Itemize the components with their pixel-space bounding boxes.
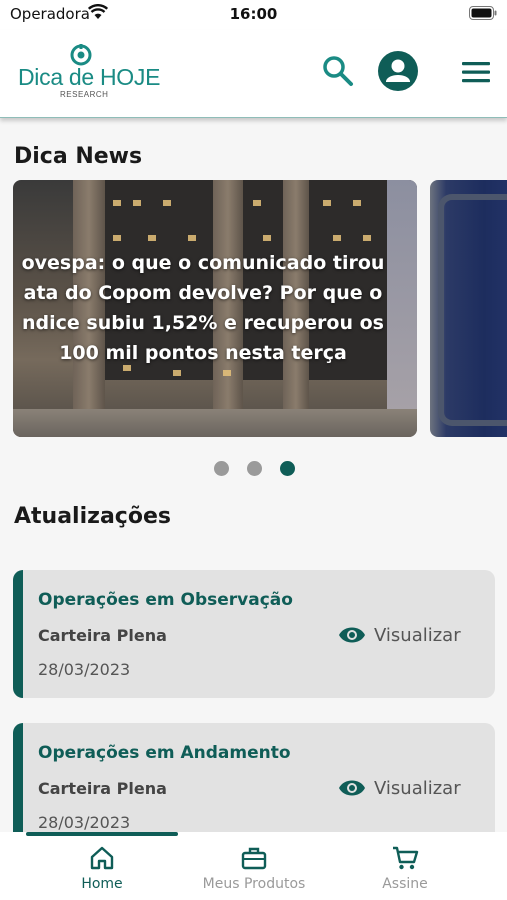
- logo-text: Dica de HOJE: [18, 64, 161, 90]
- view-button[interactable]: Visualizar: [338, 774, 461, 802]
- app-header: Dica de HOJE RESEARCH: [0, 30, 507, 118]
- brand-logo[interactable]: Dica de HOJE RESEARCH: [18, 42, 160, 102]
- carousel-dots[interactable]: [0, 461, 507, 477]
- card-date: 28/03/2023: [38, 813, 131, 832]
- bottom-tab-bar: Home Meus Produtos Assine: [0, 832, 507, 900]
- news-headline: ovespa: o que o comunicado tirou ata do …: [21, 252, 385, 364]
- menu-icon[interactable]: [460, 58, 492, 86]
- update-card[interactable]: Operações em Observação Carteira Plena 2…: [13, 570, 495, 698]
- eye-icon: [339, 627, 365, 643]
- tab-home-label: Home: [81, 876, 123, 892]
- view-label: Visualizar: [374, 777, 461, 799]
- tab-meus-produtos[interactable]: Meus Produtos: [174, 844, 334, 896]
- briefcase-icon: [241, 847, 267, 870]
- view-button[interactable]: Visualizar: [338, 621, 461, 649]
- news-section-title: Dica News: [14, 144, 143, 169]
- news-slide[interactable]: ovespa: o que o comunicado tirou ata do …: [13, 180, 417, 437]
- news-carousel[interactable]: ovespa: o que o comunicado tirou ata do …: [0, 180, 507, 438]
- profile-button[interactable]: [378, 51, 418, 91]
- cart-icon: [393, 846, 419, 870]
- tab-assine-label: Assine: [382, 876, 428, 892]
- slide-next-image: [438, 194, 507, 426]
- profile-icon: [386, 59, 410, 82]
- home-icon: [90, 846, 114, 870]
- view-label: Visualizar: [374, 624, 461, 646]
- battery-icon: [469, 6, 497, 20]
- logo-subtext: RESEARCH: [60, 90, 109, 99]
- card-subtitle: Carteira Plena: [38, 626, 167, 645]
- updates-section-title: Atualizações: [14, 504, 171, 529]
- tab-meus-produtos-label: Meus Produtos: [202, 876, 306, 892]
- plaza: [13, 409, 417, 437]
- carousel-dot-active[interactable]: [280, 461, 295, 476]
- carousel-dot[interactable]: [214, 461, 229, 476]
- card-title: Operações em Observação: [38, 590, 293, 610]
- card-date: 28/03/2023: [38, 660, 131, 679]
- eye-icon: [339, 780, 365, 796]
- search-icon[interactable]: [320, 53, 356, 89]
- card-subtitle: Carteira Plena: [38, 779, 167, 798]
- carousel-dot[interactable]: [247, 461, 262, 476]
- active-tab-indicator: [26, 832, 178, 836]
- tab-home[interactable]: Home: [22, 844, 182, 896]
- status-bar: Operadora 16:00: [0, 0, 507, 30]
- card-title: Operações em Andamento: [38, 743, 291, 763]
- card-accent-bar: [13, 570, 23, 698]
- clock: 16:00: [229, 5, 278, 23]
- logo-mark-icon: [70, 44, 92, 66]
- news-slide-next[interactable]: [430, 180, 507, 437]
- tab-assine[interactable]: Assine: [325, 844, 485, 896]
